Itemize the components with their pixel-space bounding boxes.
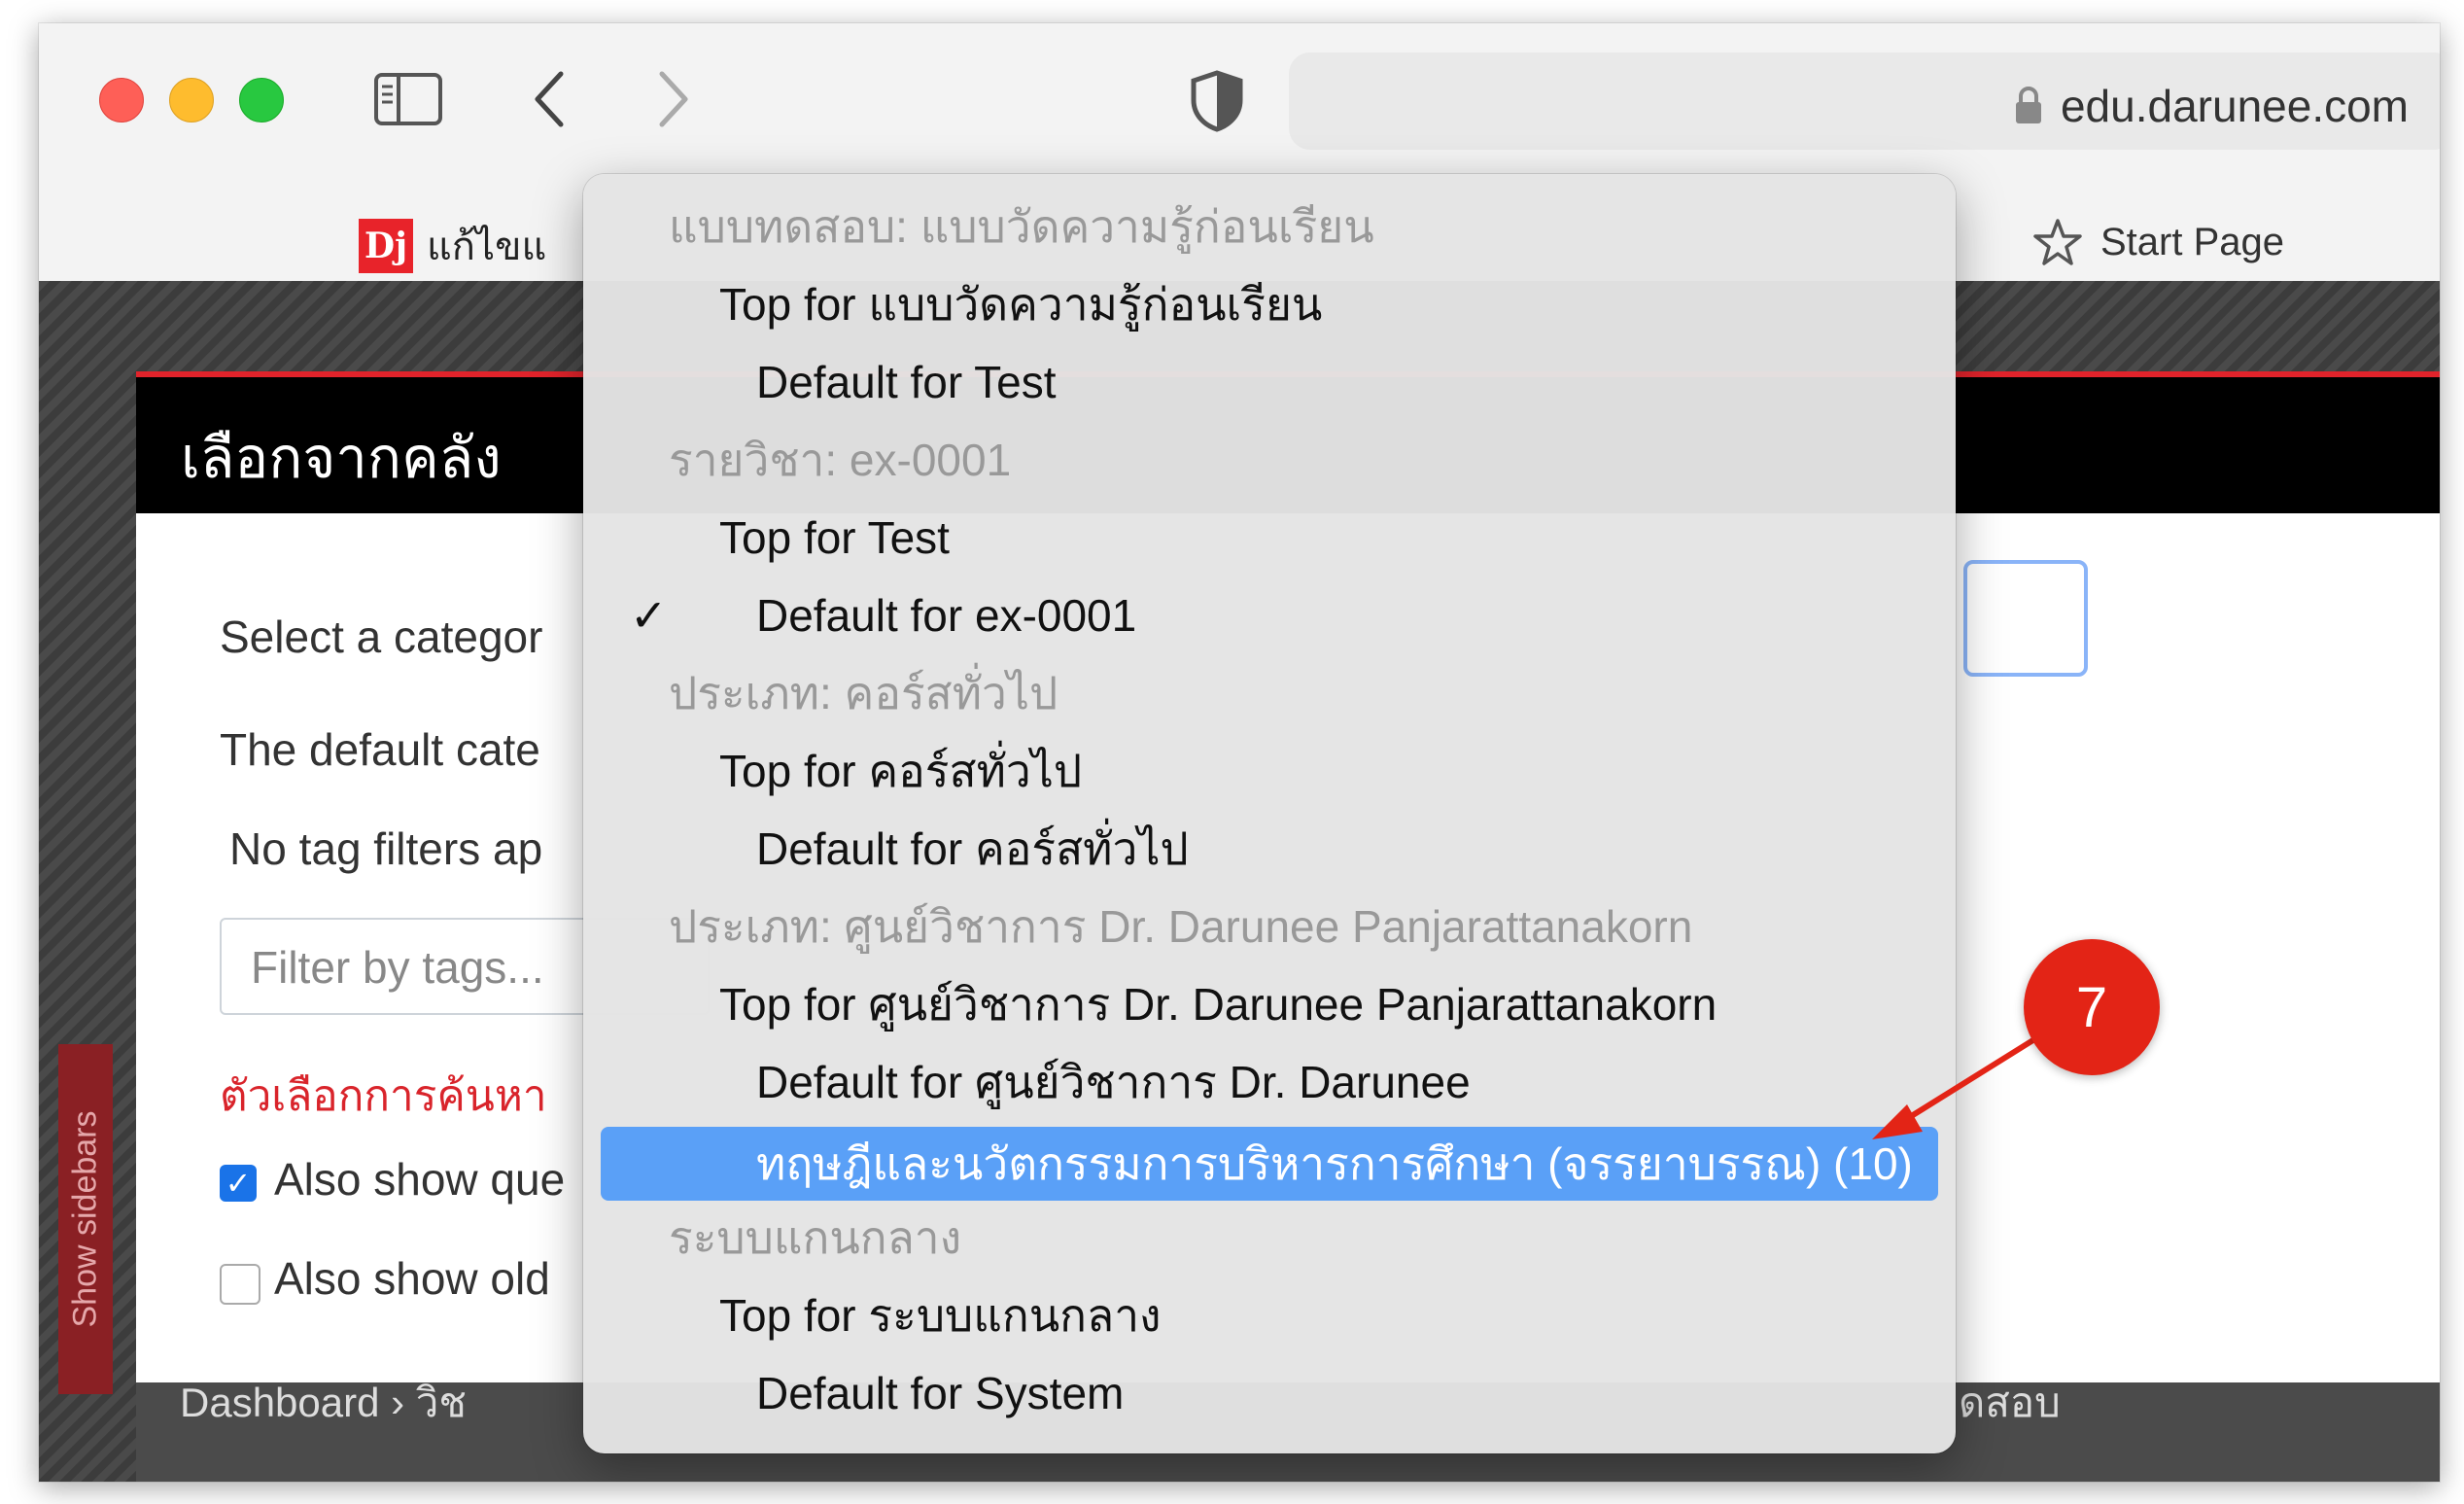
step-number-badge: 7 xyxy=(2024,939,2160,1075)
annotation-arrow xyxy=(1872,1033,2042,1139)
